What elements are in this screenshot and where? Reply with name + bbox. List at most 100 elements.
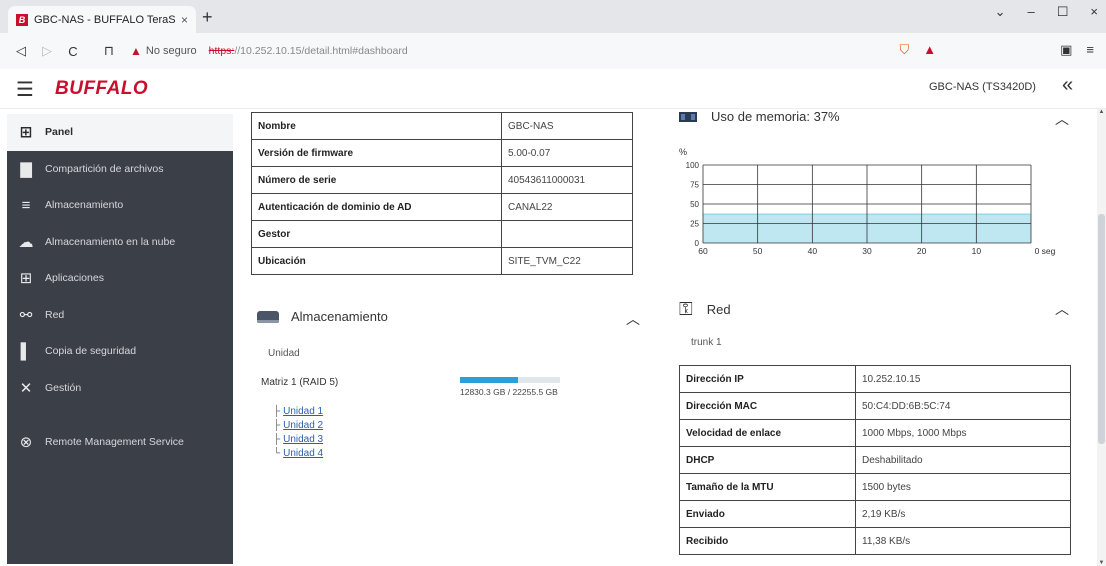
info-value: 11,38 KB/s	[855, 527, 1071, 555]
scrollbar-thumb[interactable]	[1098, 214, 1105, 444]
drive-unit-link[interactable]: Unidad 2	[283, 420, 323, 431]
page-scrollbar[interactable]: ▲ ▼	[1097, 109, 1106, 566]
url-path: //10.252.10.15/detail.html#dashboard	[234, 45, 408, 57]
sidebar-item-cloud-storage[interactable]: ☁ Almacenamiento en la nube	[7, 224, 233, 261]
maximize-button[interactable]: ☐	[1057, 4, 1069, 20]
sidebar-item-remote-management[interactable]: ⊗ Remote Management Service	[7, 424, 233, 461]
y-axis-label: %	[679, 147, 687, 157]
minimize-button[interactable]: –	[1028, 4, 1035, 20]
sidebar-item-management[interactable]: ✕ Gestión	[7, 370, 233, 407]
x-tick-label: 40	[808, 246, 818, 256]
memory-widget-title: Uso de memoria: 37%	[679, 109, 840, 124]
bookmark-icon[interactable]: ⊓	[96, 43, 122, 59]
memory-chart: % 0 25 50 75 100 60 50 40 30 20 10 0 seg	[677, 145, 1067, 270]
drive-unit-link[interactable]: Unidad 4	[283, 448, 323, 459]
remote-icon: ⊗	[19, 434, 33, 452]
drive-unit-link[interactable]: Unidad 3	[283, 434, 323, 445]
info-key: Número de serie	[251, 166, 502, 194]
sidebar-item-label: Remote Management Service	[45, 436, 184, 449]
table-row: Ubicación SITE_TVM_C22	[251, 247, 633, 275]
storage-collapse-chevron-icon[interactable]: ︿	[626, 309, 640, 329]
collapse-panel-icon[interactable]: «	[1062, 74, 1073, 97]
table-row: Autenticación de dominio de AD CANAL22	[251, 193, 633, 221]
security-status[interactable]: No seguro	[146, 45, 197, 57]
scroll-down-icon[interactable]: ▼	[1097, 560, 1106, 566]
network-info-table: Dirección IP 10.252.10.15 Dirección MAC 50…	[679, 365, 1071, 555]
storage-title: Almacenamiento	[291, 309, 388, 324]
info-value: 10.252.10.15	[855, 365, 1071, 393]
sidebar-item-network[interactable]: ⚯ Red	[7, 297, 233, 334]
info-key: Dirección MAC	[679, 392, 856, 420]
window-controls: ⌄ – ☐ ×	[995, 4, 1098, 20]
y-tick-label: 100	[686, 161, 700, 170]
table-row: Tamaño de la MTU 1500 bytes	[679, 473, 1071, 501]
raid-array-label: Matriz 1 (RAID 5)	[261, 377, 339, 388]
table-row: Velocidad de enlace 1000 Mbps, 1000 Mbps	[679, 419, 1071, 447]
sidebar-item-backup[interactable]: ▌ Copia de seguridad	[7, 333, 233, 370]
storage-capacity-fill	[460, 377, 518, 383]
forward-arrow-icon[interactable]: ▷	[34, 43, 60, 59]
storage-unit-header: Unidad	[268, 348, 300, 359]
sidebar-item-file-sharing[interactable]: ▇ Compartición de archivos	[7, 151, 233, 188]
list-item: └ Unidad 4	[273, 448, 324, 459]
y-tick-label: 75	[690, 181, 699, 190]
y-tick-label: 50	[690, 200, 699, 209]
brave-rewards-icon[interactable]: ▲	[923, 42, 936, 58]
info-key: Dirección IP	[679, 365, 856, 393]
sidebar-item-label: Panel	[45, 126, 74, 139]
memory-collapse-chevron-icon[interactable]: ︿	[1055, 109, 1069, 129]
memory-title: Uso de memoria: 37%	[711, 109, 840, 124]
table-row: Dirección IP 10.252.10.15	[679, 365, 1071, 393]
new-tab-button[interactable]: +	[202, 7, 213, 28]
x-tick-label: 50	[753, 246, 763, 256]
wallet-icon[interactable]: ▣	[1060, 42, 1072, 58]
hard-drive-icon	[257, 310, 279, 323]
x-tick-label: 60	[698, 246, 708, 256]
browser-toolbar: ◁ ▷ C ⊓ ▲ No seguro https://10.252.10.15…	[0, 33, 1106, 69]
x-tick-label: 20	[917, 246, 927, 256]
sidebar-item-panel[interactable]: ⊞ Panel	[7, 114, 233, 151]
sidebar-item-label: Compartición de archivos	[45, 162, 164, 175]
table-row: Recibido 11,38 KB/s	[679, 527, 1071, 555]
table-row: Enviado 2,19 KB/s	[679, 500, 1071, 528]
brave-shield-icon[interactable]: ⛉	[899, 42, 909, 58]
info-value: 2,19 KB/s	[855, 500, 1071, 528]
storage-capacity-text: 12830.3 GB / 22255.5 GB	[460, 387, 558, 397]
folder-icon: ▇	[20, 160, 32, 178]
scroll-up-icon[interactable]: ▲	[1097, 109, 1106, 115]
browser-tab[interactable]: B GBC-NAS - BUFFALO TeraStation ×	[8, 6, 196, 33]
network-collapse-chevron-icon[interactable]: ︿	[1055, 299, 1069, 319]
sidebar-item-label: Red	[45, 308, 65, 321]
hamburger-menu-icon[interactable]: ☰	[16, 77, 34, 102]
warning-icon[interactable]: ▲	[130, 44, 142, 58]
sidebar-item-label: Almacenamiento	[45, 199, 124, 212]
tab-search-icon[interactable]: ⌄	[995, 4, 1006, 20]
url-scheme: https:	[208, 45, 235, 57]
close-window-button[interactable]: ×	[1090, 4, 1098, 20]
table-row: Gestor	[251, 220, 633, 248]
drive-unit-link[interactable]: Unidad 1	[283, 406, 323, 417]
list-item: ├ Unidad 2	[273, 420, 324, 431]
reload-icon[interactable]: C	[60, 44, 86, 59]
back-arrow-icon[interactable]: ◁	[8, 43, 34, 59]
browser-menu-icon[interactable]: ≡	[1086, 42, 1094, 58]
info-key: Recibido	[679, 527, 856, 555]
network-icon: ⚯	[19, 306, 33, 324]
table-row: DHCP Deshabilitado	[679, 446, 1071, 474]
address-bar[interactable]: https://10.252.10.15/detail.html#dashboa…	[209, 45, 408, 57]
system-info-table: Nombre GBC-NAS Versión de firmware 5.00-0.…	[251, 112, 633, 275]
info-key: Versión de firmware	[251, 139, 502, 167]
dashboard-icon: ⊞	[19, 124, 33, 142]
info-value: 40543611000031	[501, 166, 633, 194]
info-value	[501, 220, 633, 248]
tools-icon: ✕	[19, 379, 33, 397]
info-value: SITE_TVM_C22	[501, 247, 633, 275]
table-row: Versión de firmware 5.00-0.07	[251, 139, 633, 167]
sidebar-item-applications[interactable]: ⊞ Aplicaciones	[7, 260, 233, 297]
tab-close-icon[interactable]: ×	[181, 13, 188, 27]
info-value: Deshabilitado	[855, 446, 1071, 474]
sidebar-item-storage[interactable]: ≡ Almacenamiento	[7, 187, 233, 224]
sidebar-item-label: Almacenamiento en la nube	[45, 235, 176, 248]
info-value: 1000 Mbps, 1000 Mbps	[855, 419, 1071, 447]
info-key: DHCP	[679, 446, 856, 474]
